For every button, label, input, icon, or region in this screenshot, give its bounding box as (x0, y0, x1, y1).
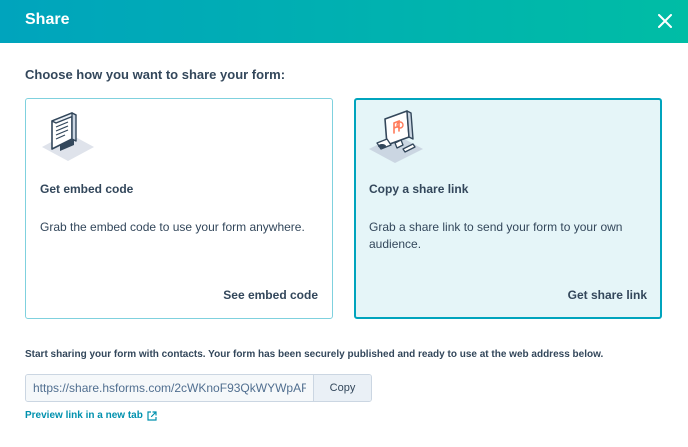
modal-header: Share (0, 0, 688, 43)
preview-link[interactable]: Preview link in a new tab (25, 410, 157, 421)
close-button[interactable] (654, 10, 676, 32)
share-link-card[interactable]: Copy a share link Grab a share link to s… (354, 98, 662, 319)
preview-link-label: Preview link in a new tab (25, 410, 143, 421)
modal-title: Share (25, 11, 70, 28)
get-share-link-link[interactable]: Get share link (568, 288, 647, 302)
see-embed-code-link[interactable]: See embed code (223, 288, 318, 302)
share-prompt: Choose how you want to share your form: (25, 67, 286, 82)
share-card-title: Copy a share link (369, 182, 469, 196)
external-link-icon (147, 410, 157, 421)
share-link-illustration-icon (369, 110, 423, 163)
embed-card-description: Grab the embed code to use your form any… (40, 220, 305, 234)
embed-code-card[interactable]: Get embed code Grab the embed code to us… (25, 98, 333, 319)
share-url-input[interactable] (26, 375, 313, 401)
copy-button[interactable]: Copy (313, 375, 371, 401)
share-info-text: Start sharing your form with contacts. Y… (25, 349, 604, 360)
share-url-group: Copy (25, 374, 372, 402)
close-icon (658, 14, 672, 28)
share-card-description: Grab a share link to send your form to y… (369, 220, 623, 251)
embed-code-illustration-icon (42, 112, 94, 161)
embed-card-title: Get embed code (40, 182, 134, 196)
